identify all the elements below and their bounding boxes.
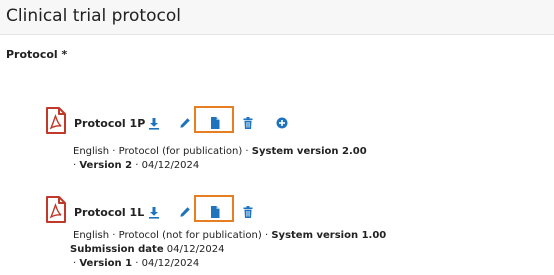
file-icon[interactable] [208,205,222,219]
trash-icon[interactable] [241,205,255,219]
edit-icon[interactable] [178,205,192,219]
document-name[interactable]: Protocol 1L [74,206,144,219]
plus-circle-icon[interactable] [275,116,289,130]
pdf-file-icon [46,107,66,134]
protocol-section-label: Protocol * [6,48,68,61]
pdf-file-icon [46,196,66,223]
download-icon[interactable] [147,116,161,130]
document-meta-line: English · Protocol (for publication) · S… [73,146,367,157]
document-version-line: · Version 1 · 04/12/2024 [73,258,200,269]
file-icon[interactable] [208,116,222,130]
header-bar: Clinical trial protocol [0,0,554,35]
document-name[interactable]: Protocol 1P [74,117,145,130]
download-icon[interactable] [147,205,161,219]
page-title: Clinical trial protocol [6,6,181,26]
trash-icon[interactable] [241,116,255,130]
document-submission-line: Submission date 04/12/2024 [70,244,225,255]
document-version-line: · Version 2 · 04/12/2024 [73,160,200,171]
document-meta-line: English · Protocol (not for publication)… [73,230,387,241]
edit-icon[interactable] [178,116,192,130]
